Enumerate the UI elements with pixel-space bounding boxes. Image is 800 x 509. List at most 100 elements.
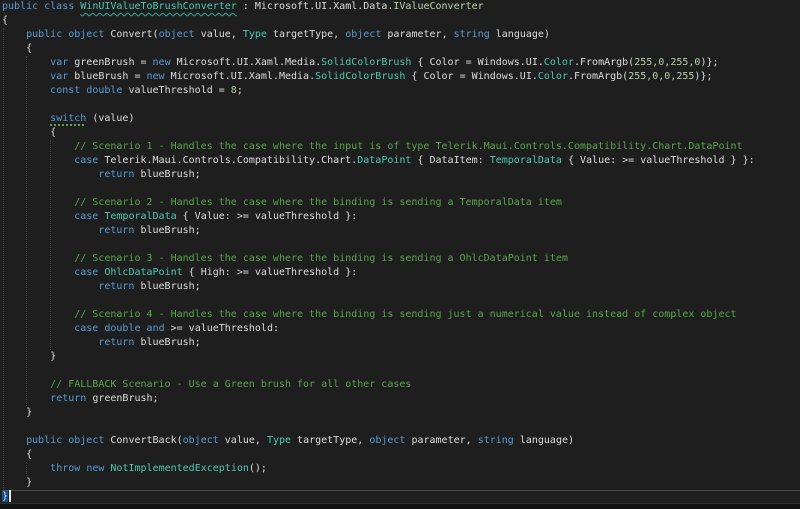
- code-line: const double valueThreshold = 8;: [2, 84, 800, 98]
- code-line: // Scenario 3 - Handles the case where t…: [2, 252, 800, 266]
- code-token: blueBrush;: [134, 225, 201, 236]
- code-token: )};: [700, 57, 719, 68]
- code-token: blueBrush;: [134, 169, 201, 180]
- code-token: targetType,: [291, 435, 370, 446]
- code-line: {: [2, 448, 800, 462]
- code-token: )};: [694, 71, 713, 82]
- code-line: return blueBrush;: [2, 224, 800, 238]
- code-token: var: [50, 71, 69, 82]
- code-token: Type: [266, 435, 292, 446]
- code-token: { Color = Windows.UI.: [411, 57, 544, 68]
- code-line: // Scenario 2 - Handles the case where t…: [2, 196, 800, 210]
- code-token: IValueConverter: [393, 1, 484, 12]
- code-token: { Value: >= valueThreshold } }:: [561, 155, 755, 166]
- code-token: return: [98, 337, 135, 348]
- code-token: : Microsoft.UI.Xaml.Data.: [236, 1, 394, 12]
- code-line: // Scenario 4 - Handles the case where t…: [2, 308, 800, 322]
- code-token: {: [2, 15, 9, 26]
- code-token: {: [2, 449, 33, 460]
- code-token: value,: [194, 29, 243, 40]
- code-comment: // Scenario 3 - Handles the case where t…: [2, 253, 568, 264]
- code-line: return greenBrush;: [2, 392, 800, 406]
- code-token: blueBrush;: [134, 281, 201, 292]
- code-token: { Color = Windows.UI.: [405, 71, 538, 82]
- code-content: public class WinUIValueToBrushConverter …: [0, 0, 800, 504]
- code-token: var: [50, 57, 69, 68]
- code-line: {: [2, 126, 800, 140]
- code-token: OhlcDataPoint: [104, 267, 183, 278]
- code-token: blueBrush =: [68, 71, 147, 82]
- code-token: ConvertBack(: [110, 435, 183, 446]
- code-token: object: [369, 435, 406, 446]
- code-token: string: [477, 435, 514, 446]
- code-editor[interactable]: public class WinUIValueToBrushConverter …: [0, 0, 800, 509]
- code-token: double: [104, 323, 141, 334]
- code-line: }: [2, 406, 800, 420]
- code-token: return: [98, 169, 135, 180]
- code-token: {: [2, 127, 57, 138]
- code-line: }: [2, 490, 800, 504]
- code-line: switch (value): [2, 112, 800, 126]
- code-token: TemporalData: [489, 155, 562, 166]
- code-token: greenBrush =: [68, 57, 153, 68]
- code-token: blueBrush;: [134, 337, 201, 348]
- code-token: SolidColorBrush: [321, 57, 412, 68]
- code-token: public object: [26, 435, 111, 446]
- code-token: { DataItem:: [411, 155, 490, 166]
- code-token: public object: [26, 29, 111, 40]
- code-token: TemporalData: [104, 211, 177, 222]
- code-line: public object ConvertBack(object value, …: [2, 434, 800, 448]
- code-comment: // Scenario 4 - Handles the case where t…: [2, 309, 737, 320]
- code-token: Convert(: [110, 29, 159, 40]
- code-token: language): [489, 29, 550, 40]
- code-line: case Telerik.Maui.Controls.Compatibility…: [2, 154, 800, 168]
- code-token: object: [345, 29, 382, 40]
- code-token: return: [50, 393, 87, 404]
- code-token: return: [98, 281, 135, 292]
- code-token: const double: [50, 85, 123, 96]
- code-token: { Value: >= valueThreshold }:: [176, 211, 358, 222]
- code-token: WinUIValueToBrushConverter: [80, 1, 237, 12]
- code-token: }: [2, 491, 9, 502]
- code-token: NotImplementedException: [110, 463, 249, 474]
- code-token: .FromArgb(: [567, 71, 629, 82]
- code-token: (value): [86, 113, 135, 124]
- code-line: var greenBrush = new Microsoft.UI.Xaml.M…: [2, 56, 800, 70]
- code-token: targetType,: [266, 29, 346, 40]
- code-token: case: [74, 155, 99, 166]
- code-token: public class: [2, 1, 81, 12]
- code-token: 255,0,0,255: [628, 71, 695, 82]
- code-token: {: [2, 43, 33, 54]
- code-token: Color: [537, 71, 568, 82]
- code-token: throw: [50, 463, 81, 474]
- code-line: {: [2, 14, 800, 28]
- code-token: SolidColorBrush: [315, 71, 406, 82]
- code-token: case: [74, 211, 99, 222]
- code-token: valueThreshold =: [122, 85, 231, 96]
- code-token: ();: [248, 463, 267, 474]
- code-token: new: [152, 57, 171, 68]
- code-token: new: [86, 463, 105, 474]
- code-token: Microsoft.UI.Xaml.Media.: [164, 71, 316, 82]
- code-line: throw new NotImplementedException();: [2, 462, 800, 476]
- editor-bottom-strip: [0, 503, 800, 509]
- code-token: }: [2, 477, 33, 488]
- code-token: Microsoft.UI.Xaml.Media.: [170, 57, 322, 68]
- code-token: greenBrush;: [86, 393, 159, 404]
- code-token: Color: [543, 57, 574, 68]
- code-token: parameter,: [381, 29, 454, 40]
- code-line: }: [2, 476, 800, 490]
- code-token: object: [158, 29, 195, 40]
